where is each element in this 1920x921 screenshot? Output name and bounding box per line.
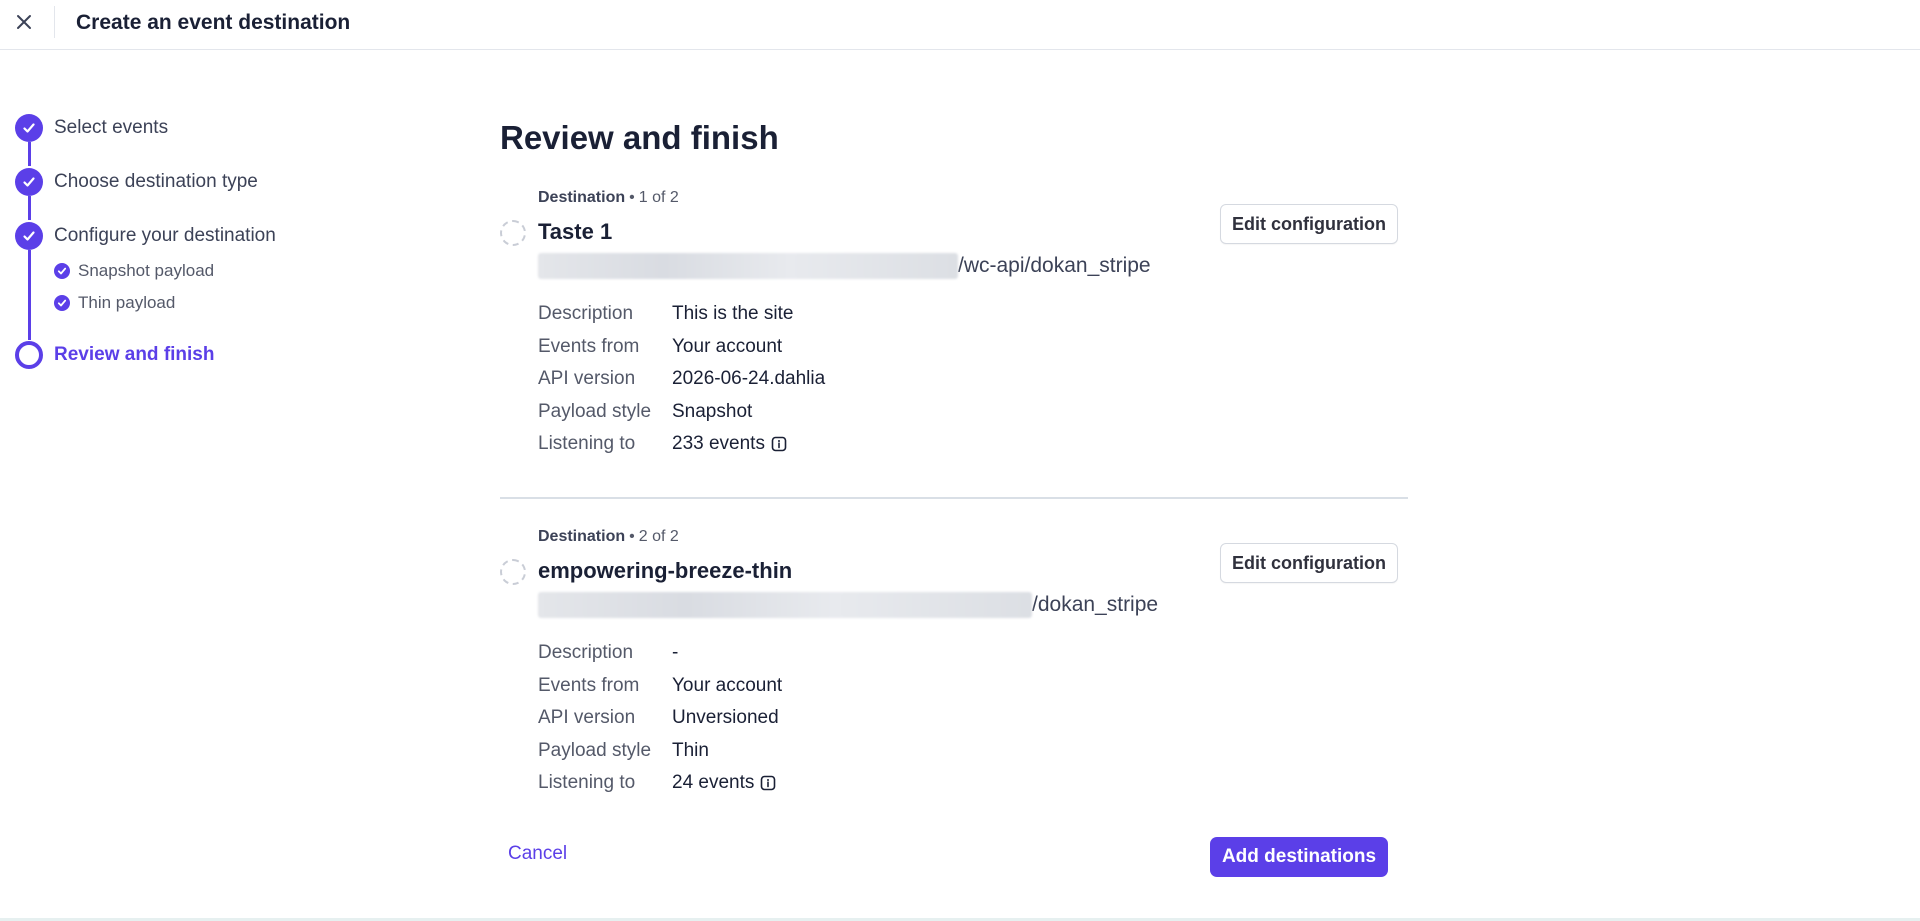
- destination-meta: Destination • 2 of 2: [538, 528, 679, 545]
- step-1-check-icon: [15, 114, 43, 142]
- close-button[interactable]: [10, 8, 38, 36]
- step-select-events[interactable]: Select events: [54, 116, 168, 140]
- step-2-check-icon: [15, 168, 43, 196]
- header: Create an event destination: [0, 0, 1920, 50]
- header-divider: [54, 6, 55, 38]
- substep-snapshot-payload[interactable]: Snapshot payload: [78, 261, 214, 281]
- destination-card: Destination • 2 of 2 empowering-breeze-thi…: [500, 527, 1408, 827]
- info-icon[interactable]: [760, 775, 776, 791]
- info-icon[interactable]: [771, 436, 787, 452]
- edit-configuration-button[interactable]: Edit configuration: [1220, 543, 1398, 583]
- redacted-url-segment: [538, 253, 958, 279]
- page-header-title: Create an event destination: [76, 11, 351, 34]
- destination-url: /dokan_stripe: [538, 591, 1158, 619]
- destination-status-icon: [500, 559, 526, 585]
- page-title: Review and finish: [500, 119, 779, 156]
- step-connector: [28, 196, 31, 220]
- step-review-and-finish[interactable]: Review and finish: [54, 343, 214, 367]
- step-configure-destination[interactable]: Configure your destination: [54, 224, 276, 248]
- substep-check-icon: [54, 263, 70, 279]
- destination-name: Taste 1: [538, 219, 613, 244]
- step-connector: [28, 250, 31, 340]
- redacted-url-segment: [538, 592, 1032, 618]
- destination-name: empowering-breeze-thin: [538, 558, 793, 583]
- destination-card: Destination • 1 of 2 Taste 1 /wc-api/dokan…: [500, 188, 1408, 488]
- destination-status-icon: [500, 220, 526, 246]
- cancel-button[interactable]: Cancel: [508, 842, 567, 866]
- step-3-check-icon: [15, 222, 43, 250]
- destination-meta: Destination • 1 of 2: [538, 189, 679, 206]
- substep-check-icon: [54, 295, 70, 311]
- step-4-current-icon: [15, 341, 43, 369]
- add-destinations-button[interactable]: Add destinations: [1210, 837, 1388, 877]
- destination-divider: [500, 497, 1408, 499]
- edit-configuration-button[interactable]: Edit configuration: [1220, 204, 1398, 244]
- step-connector: [28, 142, 31, 166]
- step-choose-destination-type[interactable]: Choose destination type: [54, 170, 258, 194]
- destination-url: /wc-api/dokan_stripe: [538, 252, 1151, 280]
- substep-thin-payload[interactable]: Thin payload: [78, 293, 175, 313]
- close-icon: [17, 15, 31, 29]
